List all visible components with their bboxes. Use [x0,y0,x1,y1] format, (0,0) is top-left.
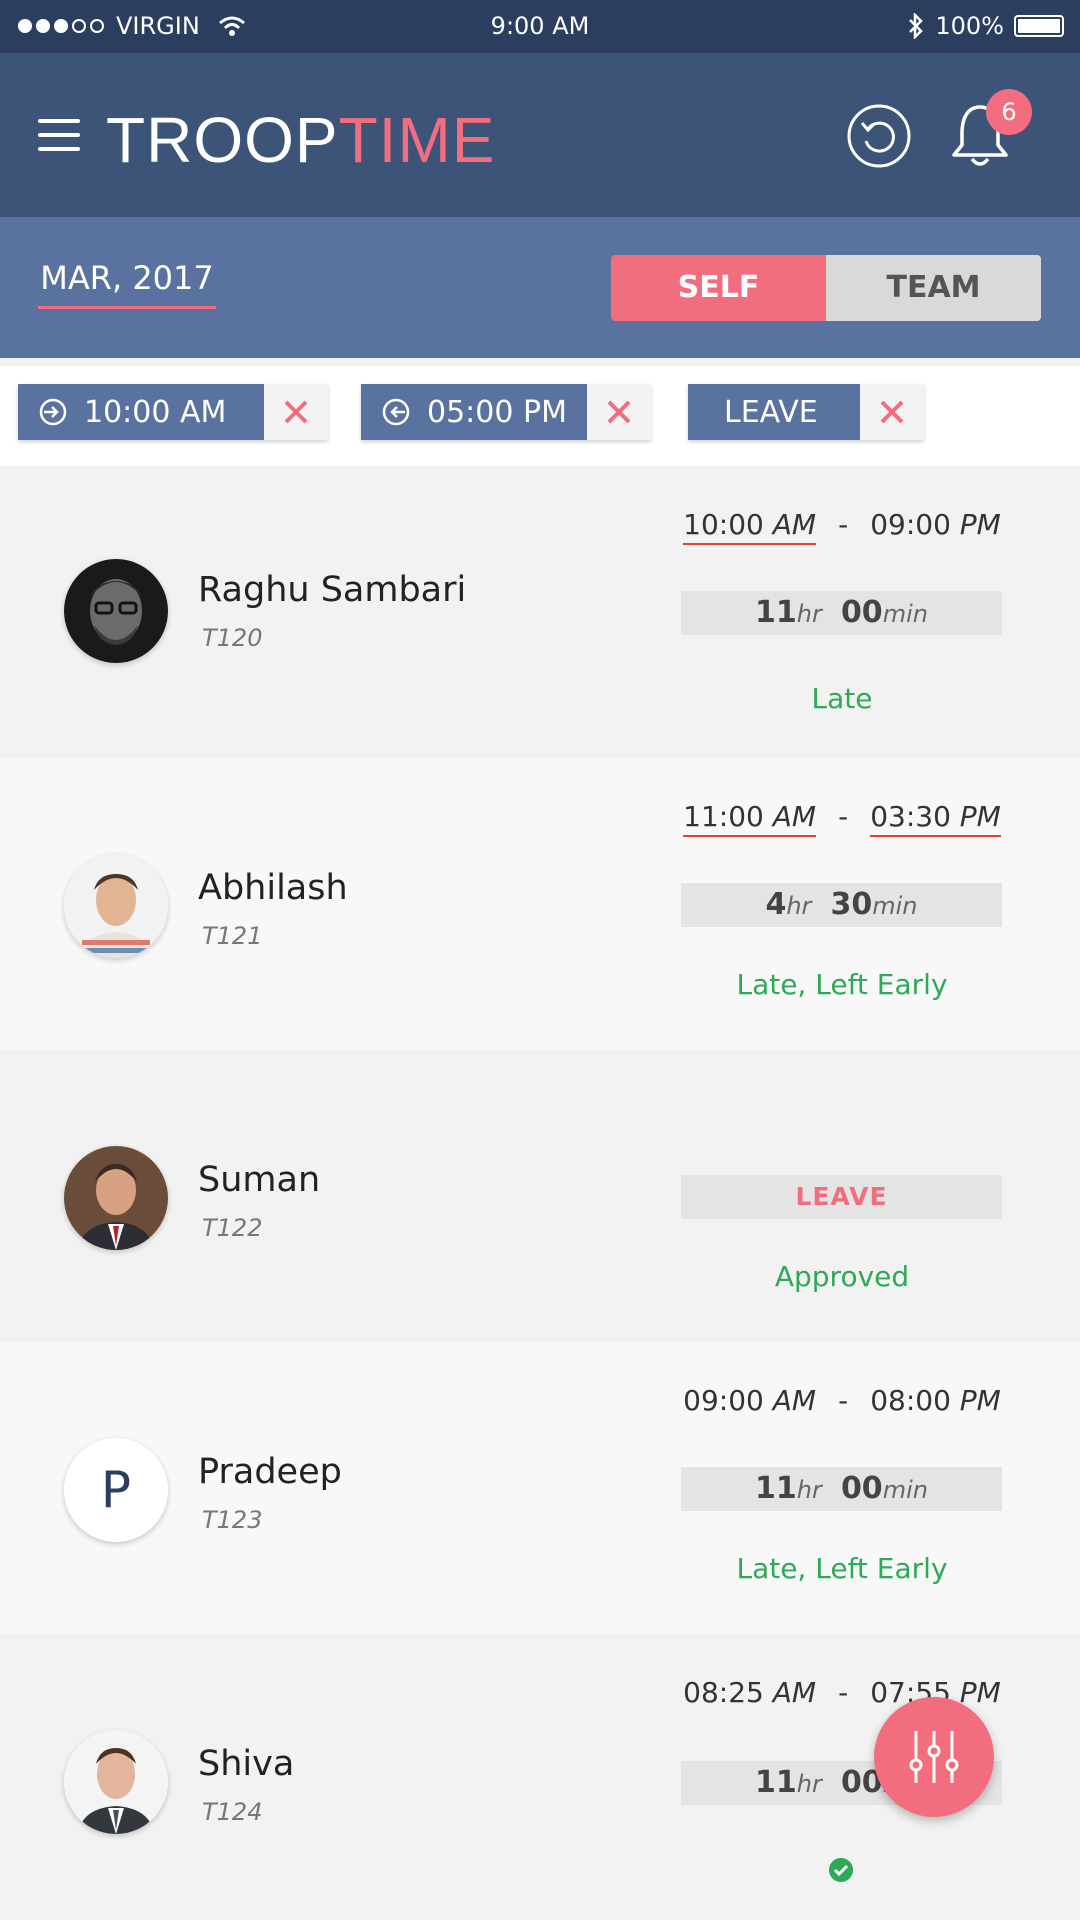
employee-id: T122 [202,1214,263,1242]
filter-fab-button[interactable] [874,1697,994,1817]
clock-in-time[interactable]: 10:00 AM [683,508,817,545]
menu-icon[interactable] [38,119,80,151]
clock-in-time[interactable]: 09:00 AM [683,1384,816,1419]
time-separator: - [838,1384,849,1417]
leave-label: LEAVE [681,1175,1002,1219]
attendance-status: Late [811,682,873,715]
filter-chip-in-time: 10:00 AM [18,384,328,440]
check-icon [829,1858,853,1882]
clock-in-time[interactable]: 08:25 AM [683,1676,816,1711]
tab-self[interactable]: SELF [611,255,826,321]
remove-filter-button[interactable] [587,384,651,440]
filter-bar: 10:00 AM 05:00 PM LEAVE [0,366,1080,466]
avatar [64,559,168,663]
clock-out-icon [382,398,410,426]
app-header: TROOPTIME 6 [0,53,1080,217]
bluetooth-icon [909,13,924,39]
attendance-status: Approved [774,1260,910,1293]
battery-icon [1014,15,1064,37]
avatar: P [64,1438,168,1542]
filter-chip-out-time: 05:00 PM [361,384,651,440]
list-item[interactable]: Raghu Sambari T120 10:00 AM - 09:00 PM 1… [0,466,1080,758]
employee-id: T120 [202,624,263,652]
status-bar: VIRGIN 9:00 AM 100% [0,0,1080,53]
filter-chip-label[interactable]: LEAVE [688,384,860,440]
list-item[interactable]: Abhilash T121 11:00 AM - 03:30 PM 4hr 30… [0,758,1080,1050]
employee-name: Suman [198,1160,321,1200]
attendance-status: Late, Left Early [736,1552,948,1585]
employee-name: Raghu Sambari [198,570,467,610]
app-logo: TROOPTIME [106,104,496,176]
filter-chip-label[interactable]: 10:00 AM [18,384,264,440]
clock-out-time[interactable]: 09:00 PM [870,508,1001,545]
clock-out-time[interactable]: 03:30 PM [870,800,1001,837]
remove-filter-button[interactable] [264,384,328,440]
close-icon [880,400,904,424]
notification-badge[interactable]: 6 [986,89,1032,135]
employee-id: T121 [202,922,263,950]
clock-in-time[interactable]: 11:00 AM [683,800,817,837]
time-separator: - [838,1676,849,1709]
duration: 11hr 00min [681,591,1002,635]
tab-team[interactable]: TEAM [826,255,1041,321]
time-range: 11:00 AM - 03:30 PM [664,800,1020,837]
duration: 11hr 00min [681,1467,1002,1511]
employee-id: T124 [202,1798,263,1826]
month-selector[interactable]: MAR, 2017 [38,253,216,309]
duration: 4hr 30min [681,883,1002,927]
employee-name: Abhilash [198,868,348,908]
attendance-status: Late, Left Early [736,968,948,1001]
time-separator: - [838,800,849,833]
filter-chip-label[interactable]: 05:00 PM [361,384,587,440]
sub-header: MAR, 2017 SELF TEAM [0,217,1080,358]
battery-percent: 100% [935,12,1004,40]
close-icon [607,400,631,424]
refresh-icon[interactable] [846,103,912,169]
employee-name: Shiva [198,1744,295,1784]
employee-id: T123 [202,1506,263,1534]
remove-filter-button[interactable] [860,384,924,440]
clock-in-icon [39,398,67,426]
avatar [64,1146,168,1250]
list-item[interactable]: Suman T122 LEAVE Approved [0,1050,1080,1342]
filter-sliders-icon [909,1731,959,1783]
avatar [64,854,168,958]
status-right: 100% [907,12,1064,40]
close-icon [284,400,308,424]
time-range: 09:00 AM - 08:00 PM [664,1384,1020,1419]
time-separator: - [838,508,849,541]
employee-name: Pradeep [198,1452,342,1492]
list-item[interactable]: P Pradeep T123 09:00 AM - 08:00 PM 11hr … [0,1342,1080,1634]
avatar [64,1730,168,1834]
self-team-toggle: SELF TEAM [611,255,1041,321]
filter-chip-leave: LEAVE [688,384,924,440]
clock-out-time[interactable]: 08:00 PM [870,1384,1001,1419]
time-range: 10:00 AM - 09:00 PM [664,508,1020,545]
